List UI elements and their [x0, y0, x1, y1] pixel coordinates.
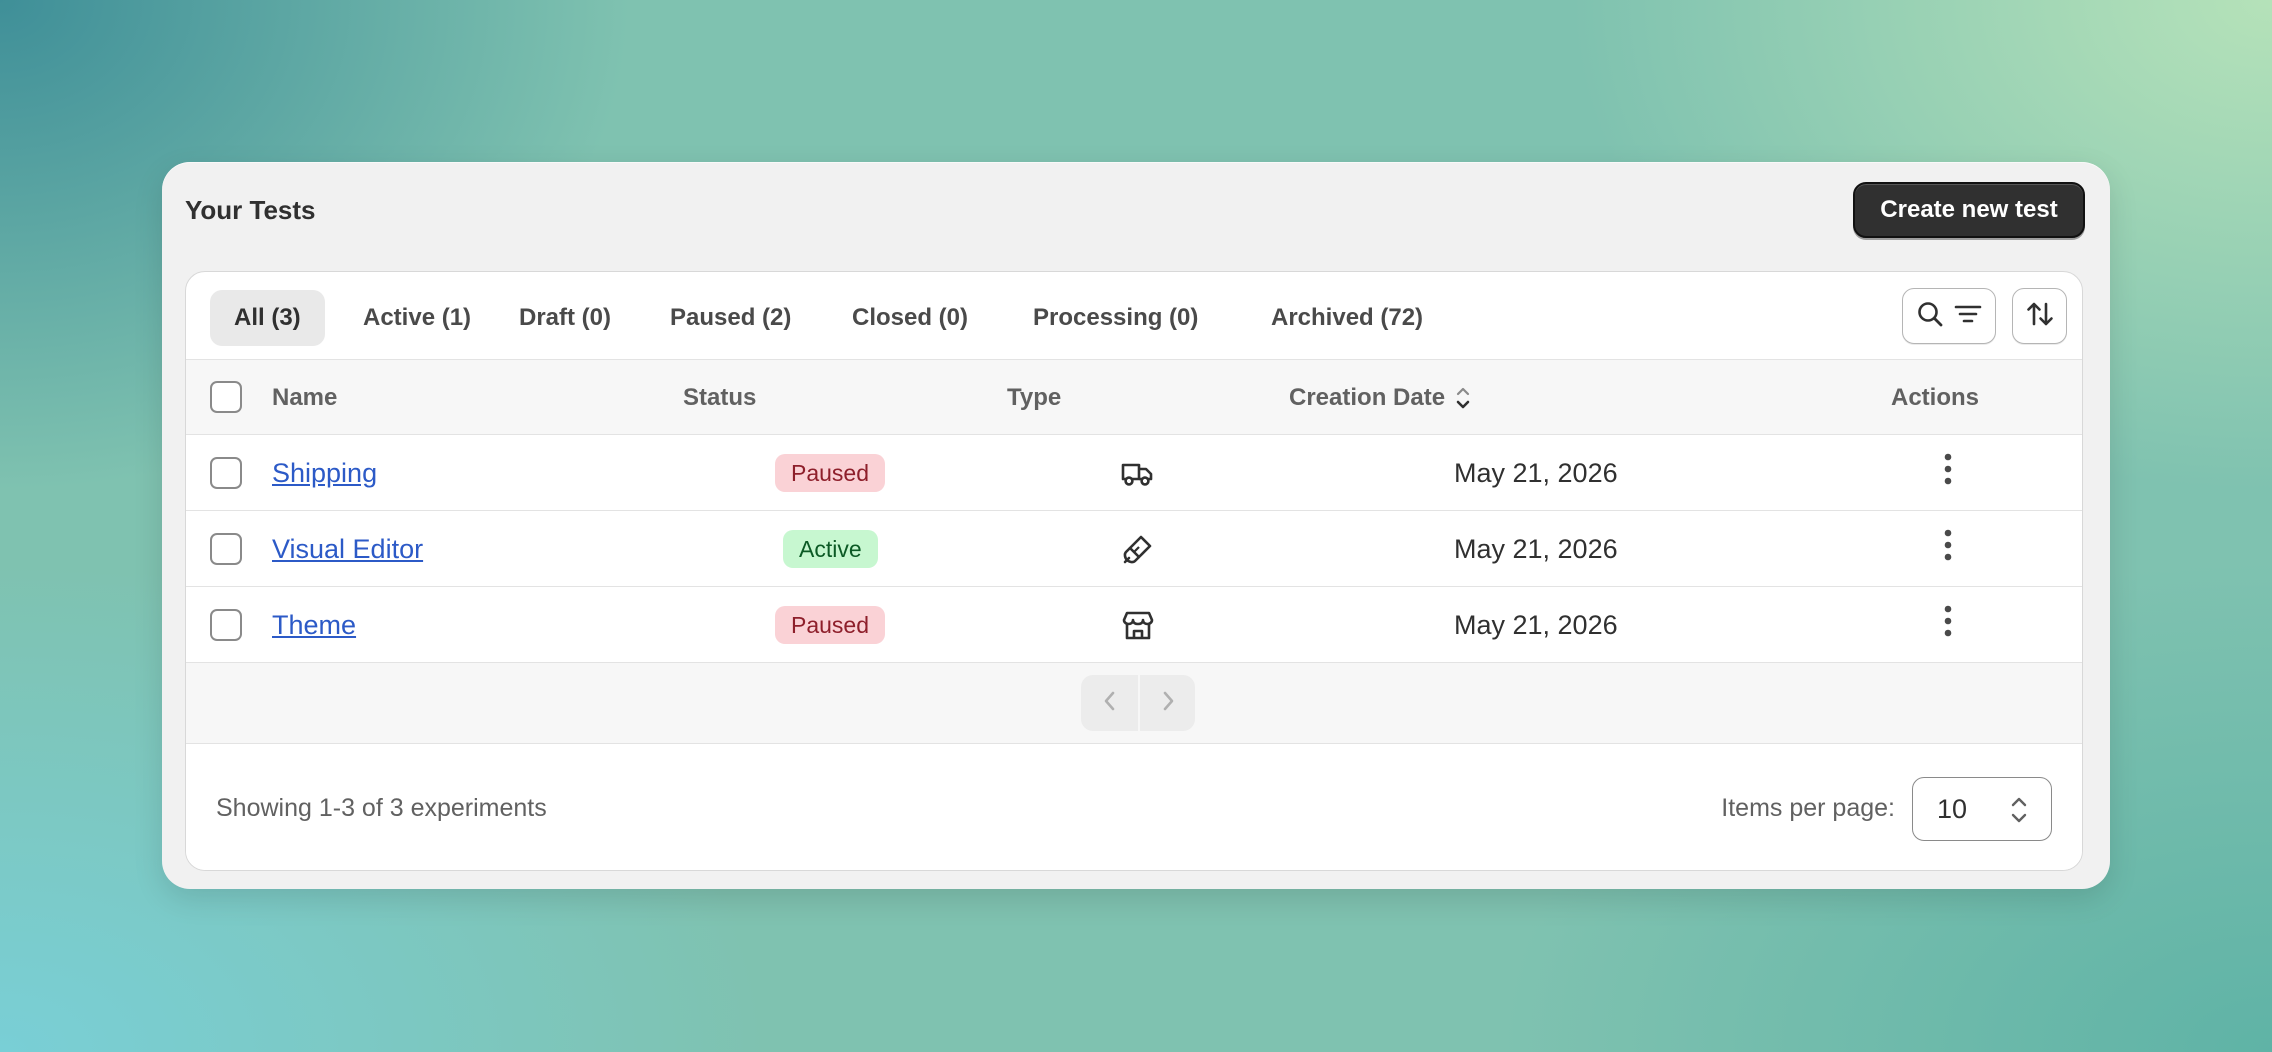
items-per-page-select[interactable]: 10: [1912, 777, 2052, 841]
tab-draft[interactable]: Draft (0): [495, 290, 635, 346]
search-icon: [1916, 300, 1944, 333]
search-filter-button[interactable]: [1902, 288, 1996, 344]
test-name-link[interactable]: Shipping: [272, 435, 377, 511]
tab-all[interactable]: All (3): [210, 290, 325, 346]
showing-count: Showing 1-3 of 3 experiments: [216, 793, 547, 822]
items-per-page-label: Items per page:: [1721, 793, 1895, 822]
status-tabs: All (3) Active (1) Draft (0) Paused (2) …: [186, 272, 2082, 360]
table-footer: Showing 1-3 of 3 experiments Items per p…: [186, 744, 2082, 870]
creation-date: May 21, 2026: [1454, 457, 1618, 488]
items-per-page-value: 10: [1937, 793, 1968, 824]
previous-page-button[interactable]: [1081, 675, 1138, 731]
pagination-controls: [1081, 675, 1195, 731]
paintbrush-icon: [1120, 531, 1156, 567]
tests-table: All (3) Active (1) Draft (0) Paused (2) …: [185, 271, 2083, 871]
pagination-bar: [186, 663, 2082, 744]
more-vertical-icon: [1943, 528, 1953, 567]
column-header-type: Type: [1007, 383, 1062, 411]
test-name-link[interactable]: Theme: [272, 587, 356, 663]
sort-chevrons-icon: [1453, 383, 1473, 413]
select-all-checkbox[interactable]: [210, 381, 242, 413]
truck-icon: [1120, 455, 1156, 491]
row-actions-button[interactable]: [1928, 597, 1968, 649]
column-header-status: Status: [683, 383, 757, 411]
tab-archived[interactable]: Archived (72): [1247, 290, 1447, 346]
select-chevrons-icon: [2009, 794, 2029, 833]
tab-active[interactable]: Active (1): [339, 290, 495, 346]
more-vertical-icon: [1943, 452, 1953, 491]
sort-button[interactable]: [2012, 288, 2067, 344]
tab-paused[interactable]: Paused (2): [646, 290, 815, 346]
creation-date-label: Creation Date: [1289, 383, 1446, 411]
creation-date: May 21, 2026: [1454, 533, 1618, 564]
store-icon: [1120, 607, 1156, 643]
chevron-right-icon: [1158, 688, 1178, 719]
status-badge: Paused: [775, 606, 886, 644]
status-badge: Paused: [775, 454, 886, 492]
row-checkbox[interactable]: [210, 533, 242, 565]
tab-closed[interactable]: Closed (0): [828, 290, 992, 346]
column-header-name: Name: [272, 383, 338, 411]
row-checkbox[interactable]: [210, 609, 242, 641]
status-badge: Active: [783, 530, 878, 568]
row-checkbox[interactable]: [210, 457, 242, 489]
creation-date: May 21, 2026: [1454, 609, 1618, 640]
test-name-link[interactable]: Visual Editor: [272, 511, 423, 587]
row-actions-button[interactable]: [1928, 445, 1968, 497]
next-page-button[interactable]: [1138, 675, 1195, 731]
more-vertical-icon: [1943, 604, 1953, 643]
row-actions-button[interactable]: [1928, 521, 1968, 573]
table-row: Theme Paused May 21, 2026: [186, 587, 2082, 663]
filter-lines-icon: [1954, 300, 1982, 333]
column-header-creation-date[interactable]: Creation Date: [1289, 360, 1473, 435]
tests-card: Your Tests Create new test All (3) Activ…: [162, 162, 2110, 889]
table-header: Name Status Type Creation Date Actions: [186, 360, 2082, 435]
create-new-test-button[interactable]: Create new test: [1853, 182, 2085, 238]
sort-arrows-icon: [2025, 299, 2055, 334]
table-row: Visual Editor Active May 21, 2026: [186, 511, 2082, 587]
column-header-actions: Actions: [1891, 383, 1980, 411]
page-title: Your Tests: [185, 195, 316, 225]
chevron-left-icon: [1100, 688, 1120, 719]
tab-processing[interactable]: Processing (0): [1009, 290, 1222, 346]
table-row: Shipping Paused May 21, 2026: [186, 435, 2082, 511]
